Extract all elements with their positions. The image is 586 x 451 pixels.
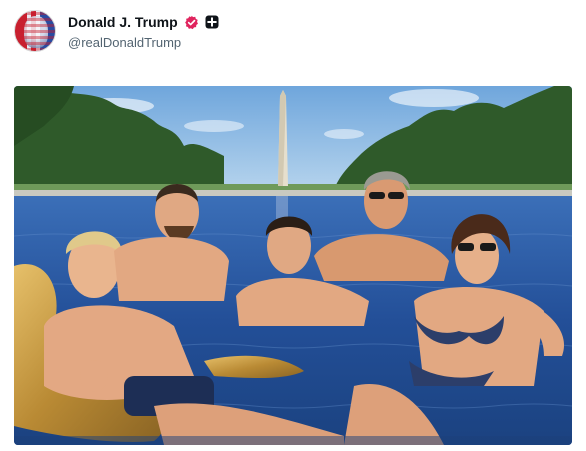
author-name-row: Donald J. Trump [68,12,219,32]
pool-edge [14,190,572,196]
pool-scene-illustration [14,86,572,445]
avatar[interactable] [14,10,56,52]
plus-badge-icon [205,15,219,29]
avatar-flag-stripes [15,11,55,51]
post-image[interactable] [14,86,572,445]
verified-badge-icon [184,15,198,29]
author-display-name[interactable]: Donald J. Trump [68,14,178,30]
post-header: Donald J. Trump @realDonaldTrump [14,10,219,52]
author-handle[interactable]: @realDonaldTrump [68,35,219,50]
author-block: Donald J. Trump @realDonaldTrump [68,12,219,50]
